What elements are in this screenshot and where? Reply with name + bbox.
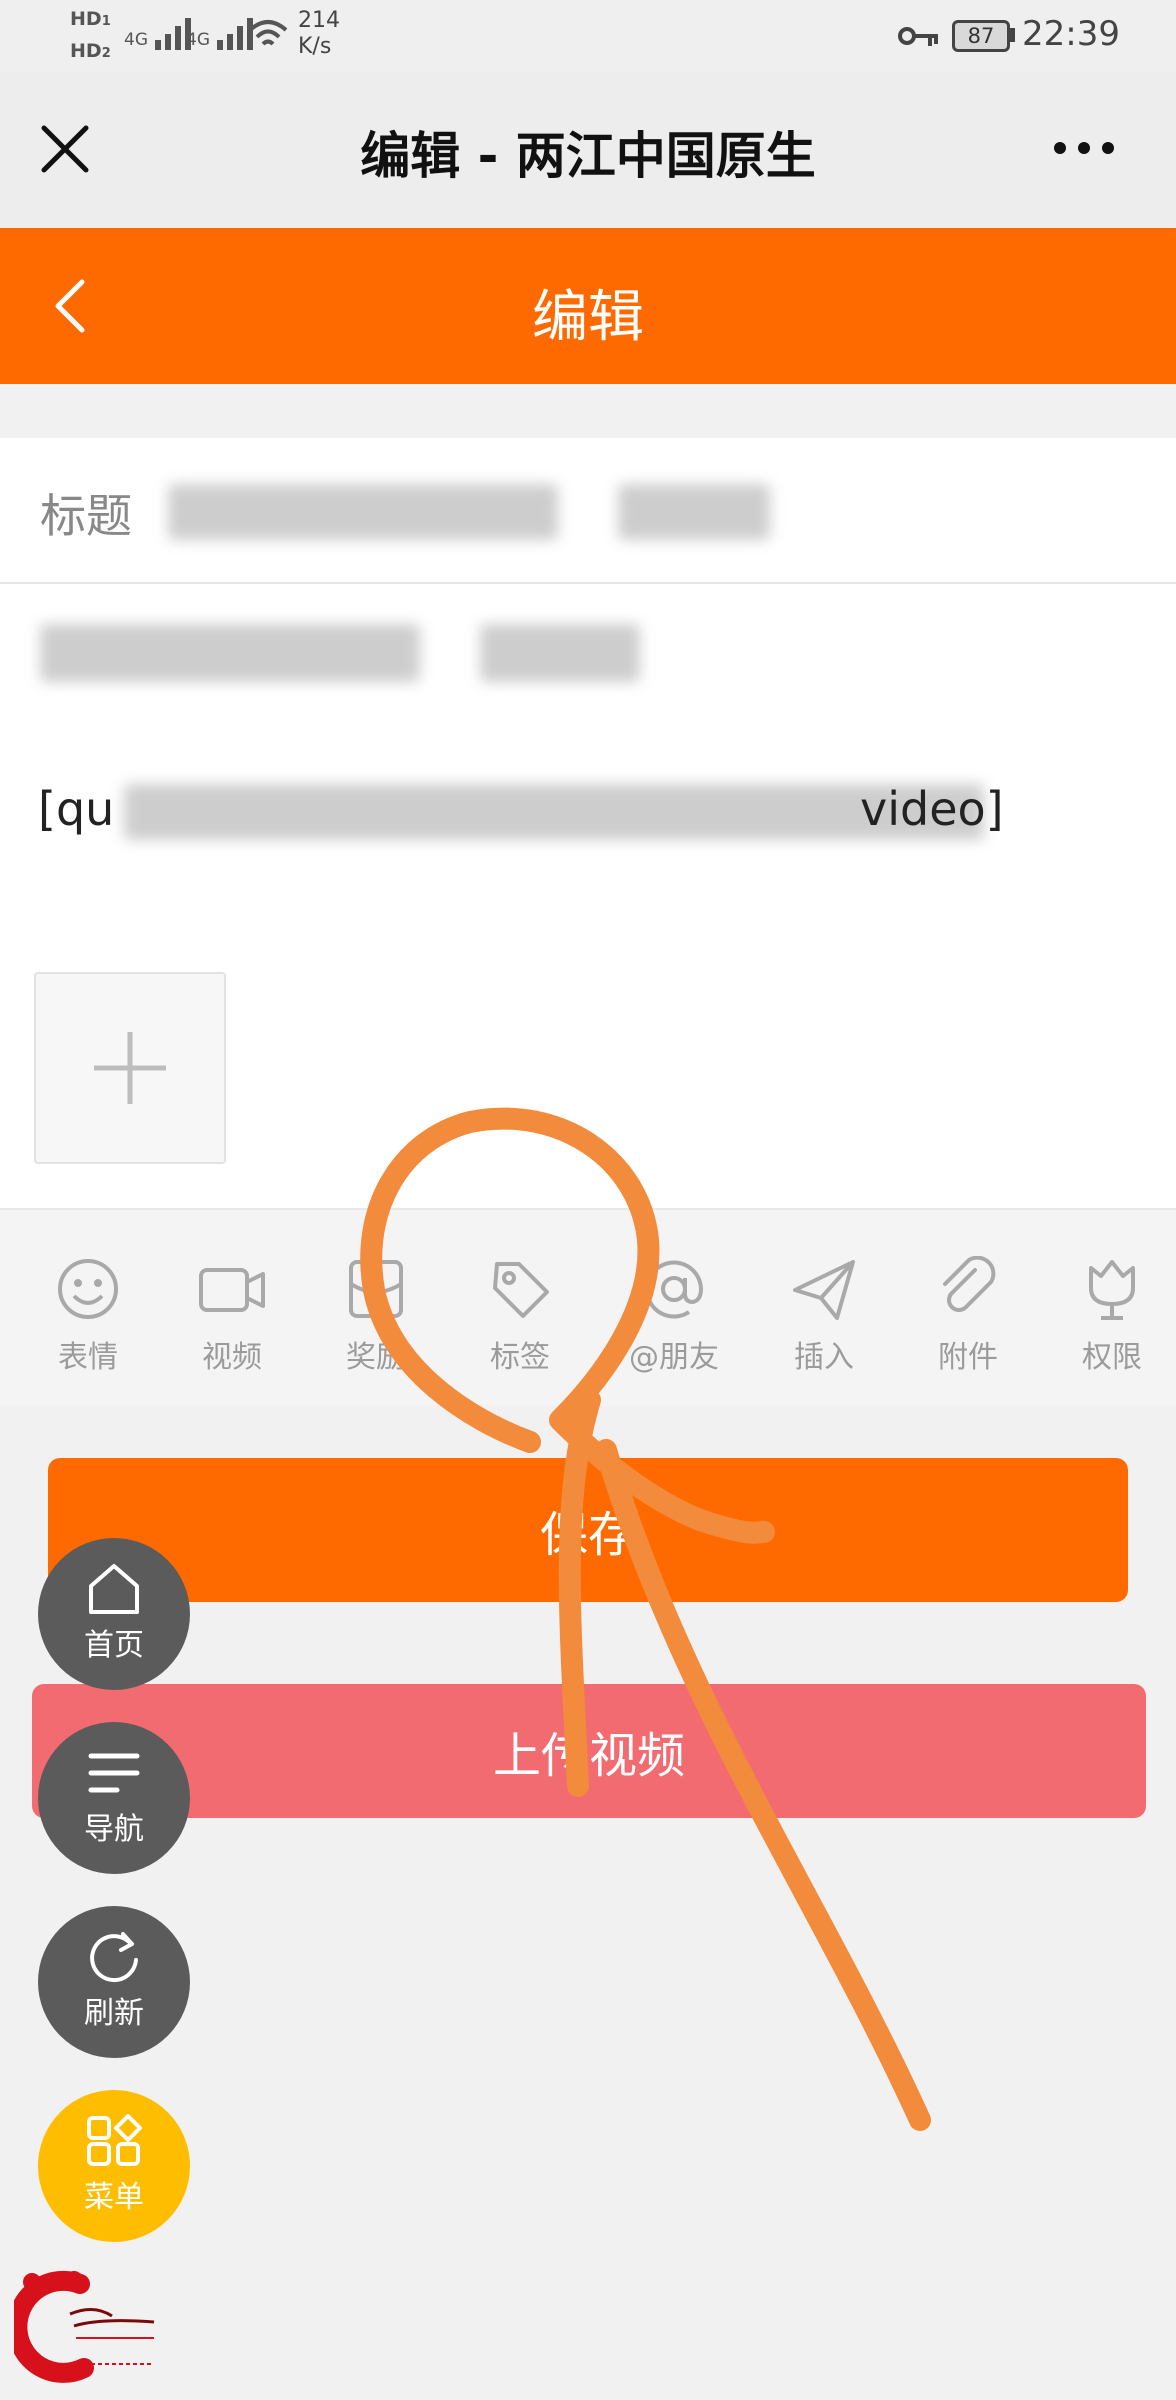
- fab-label: 导航: [84, 1812, 144, 1847]
- toolbar-label: 插入: [794, 1340, 854, 1375]
- video-icon: [199, 1268, 265, 1312]
- status-bar: HD1 HD2 4G 4G 214 K/s 87 22:39: [0, 0, 1176, 72]
- at-icon: [645, 1260, 704, 1319]
- toolbar-item-mention[interactable]: @朋友: [614, 1256, 734, 1376]
- toolbar-item-attachment[interactable]: 附件: [908, 1256, 1028, 1376]
- content-line-prefix: [qu: [38, 782, 115, 836]
- more-icon[interactable]: [1052, 140, 1116, 156]
- toolbar-item-emoji[interactable]: 表情: [28, 1256, 148, 1376]
- menu-lines-icon: [88, 1753, 140, 1793]
- grid-icon: [87, 2114, 142, 2166]
- tag-icon: [493, 1262, 549, 1318]
- fab-refresh[interactable]: 刷新: [38, 1906, 190, 2058]
- page-title: 编辑 - 两江中国原生: [360, 127, 816, 185]
- blurred-content-text: [40, 624, 420, 682]
- paperclip-icon: [943, 1256, 996, 1312]
- title-field[interactable]: 标题: [0, 438, 1176, 584]
- smile-icon: [58, 1259, 118, 1319]
- fab-home[interactable]: 首页: [38, 1538, 190, 1690]
- send-icon: [793, 1260, 855, 1320]
- editor-toolbar: 表情 视频 奖励 标签 @朋友 插入 附件 权限: [0, 1208, 1176, 1406]
- wechat-title-bar: 编辑 - 两江中国原生: [0, 72, 1176, 228]
- reward-icon: [349, 1260, 403, 1318]
- battery-tip: [1010, 28, 1015, 42]
- title-label: 标题: [40, 489, 132, 543]
- fab-menu[interactable]: 菜单: [38, 2090, 190, 2242]
- home-icon: [89, 1564, 139, 1614]
- toolbar-item-video[interactable]: 视频: [172, 1256, 292, 1376]
- fab-label: 刷新: [84, 1996, 144, 2031]
- upload-video-button[interactable]: 上传视频: [32, 1684, 1146, 1818]
- toolbar-label: 附件: [938, 1340, 998, 1375]
- toolbar-label: 奖励: [346, 1340, 406, 1375]
- toolbar-label: 标签: [490, 1340, 550, 1375]
- toolbar-item-permission[interactable]: 权限: [1052, 1256, 1172, 1376]
- hd1-indicator: HD1: [70, 8, 111, 30]
- blurred-content-text: [480, 624, 640, 682]
- toolbar-item-insert[interactable]: 插入: [764, 1256, 884, 1376]
- blurred-title-text: [618, 484, 770, 540]
- tulip-icon: [1089, 1260, 1135, 1320]
- fab-navigation[interactable]: 导航: [38, 1722, 190, 1874]
- net-speed: 214 K/s: [298, 8, 340, 59]
- toolbar-label: @朋友: [629, 1340, 719, 1375]
- fab-label: 首页: [84, 1628, 144, 1663]
- hd2-indicator: HD2: [70, 40, 111, 62]
- toolbar-label: 视频: [202, 1340, 262, 1375]
- clock: 22:39: [1022, 14, 1120, 54]
- app-header: 编辑: [0, 228, 1176, 384]
- add-image-button[interactable]: [34, 972, 226, 1164]
- toolbar-item-reward[interactable]: 奖励: [316, 1256, 436, 1376]
- wifi-icon: [248, 20, 288, 46]
- toolbar-item-tag[interactable]: 标签: [460, 1256, 580, 1376]
- refresh-icon: [90, 1932, 138, 1983]
- save-button[interactable]: 保存: [48, 1458, 1128, 1602]
- fab-label: 菜单: [84, 2180, 144, 2215]
- key-icon: [898, 27, 938, 46]
- plus-icon: [94, 1032, 166, 1104]
- battery-indicator: 87: [952, 20, 1010, 52]
- content-editor[interactable]: [qu video]: [0, 584, 1176, 1208]
- toolbar-label: 表情: [58, 1340, 118, 1375]
- brand-logo: [14, 2270, 155, 2383]
- blurred-title-text: [168, 484, 558, 540]
- header-title: 编辑: [532, 285, 644, 350]
- content-line-suffix: video]: [860, 782, 1004, 836]
- blurred-content-text: [124, 784, 984, 840]
- toolbar-label: 权限: [1082, 1340, 1142, 1375]
